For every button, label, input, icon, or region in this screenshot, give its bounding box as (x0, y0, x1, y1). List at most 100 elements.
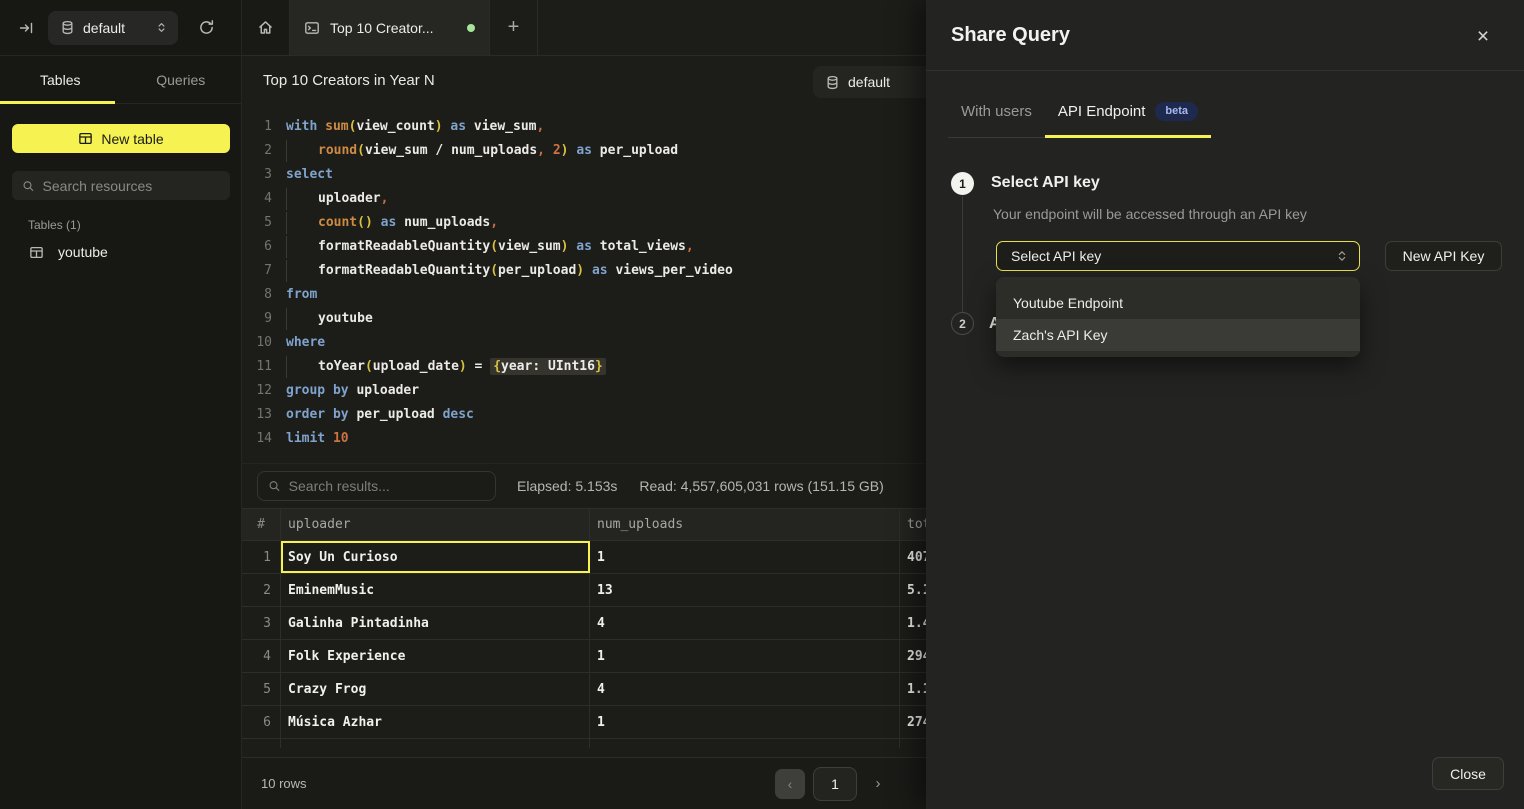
total-views-cell[interactable]: 1.1 (900, 673, 926, 705)
database-icon (825, 75, 840, 90)
home-icon (257, 19, 274, 36)
line-number: 10 (242, 331, 272, 355)
uploader-cell[interactable]: Música Azhar (281, 706, 590, 738)
previous-page-button[interactable]: ‹ (775, 769, 805, 799)
uploader-cell[interactable]: Crazy Frog (281, 673, 590, 705)
close-panel-button[interactable]: Close (1432, 757, 1504, 790)
code-line: 6 formatReadableQuantity(view_sum) as to… (242, 235, 926, 259)
code-line: 9 youtube (242, 307, 926, 331)
line-number: 6 (242, 235, 272, 259)
sidebar-tabs: Tables Queries (0, 56, 241, 104)
terminal-icon (304, 20, 320, 36)
line-number: 8 (242, 283, 272, 307)
database-selector[interactable]: default (48, 11, 178, 45)
code-line: 7 formatReadableQuantity(per_upload) as … (242, 259, 926, 283)
chevron-up-down-icon (155, 21, 168, 34)
api-key-option[interactable]: Youtube Endpoint (996, 287, 1360, 319)
total-views-cell[interactable]: 274 (900, 706, 926, 738)
query-tab[interactable]: Top 10 Creator... (290, 0, 490, 55)
tables-list: youtube (0, 238, 242, 266)
collapse-sidebar-button[interactable] (6, 8, 46, 48)
query-title-row: Top 10 Creators in Year N default (242, 56, 926, 104)
api-key-option[interactable]: Zach's API Key (996, 319, 1360, 351)
code-line: 14limit 10 (242, 427, 926, 451)
tab-with-users-label: With users (961, 103, 1032, 120)
table-row: 5Crazy Frog41.1 (242, 673, 926, 706)
tab-with-users[interactable]: With users (948, 88, 1045, 137)
results-footer: 10 rows ‹ 1 › (242, 757, 926, 809)
uploader-cell[interactable]: EminemMusic (281, 574, 590, 606)
sql-editor[interactable]: 1with sum(view_count) as view_sum,2 roun… (242, 104, 926, 463)
new-api-key-button[interactable]: New API Key (1385, 241, 1502, 271)
table-name: youtube (58, 244, 108, 260)
num-uploads-cell[interactable]: 4 (590, 607, 900, 639)
results-search-input[interactable] (289, 478, 485, 494)
elapsed-stat: Elapsed: 5.153s (517, 478, 617, 494)
home-button[interactable] (242, 0, 290, 55)
close-panel-icon[interactable]: × (1470, 24, 1496, 50)
column-header: # (242, 509, 281, 540)
beta-badge: beta (1155, 102, 1198, 121)
query-parameter: {year: UInt16} (490, 358, 606, 375)
search-icon (268, 479, 281, 493)
uploader-cell[interactable]: Soy Un Curioso (281, 541, 590, 573)
uploader-cell[interactable]: Galinha Pintadinha (281, 607, 590, 639)
share-query-panel: Share Query × With users API Endpoint be… (926, 0, 1524, 809)
code-line: 1with sum(view_count) as view_sum, (242, 115, 926, 139)
tab-api-endpoint[interactable]: API Endpoint beta (1045, 88, 1211, 137)
share-panel-title: Share Query (951, 24, 1070, 47)
resource-search-input[interactable] (43, 178, 220, 194)
topbar-sidebar-section: default (0, 0, 242, 56)
total-views-cell[interactable]: 407 (900, 541, 926, 573)
query-title: Top 10 Creators in Year N (263, 72, 435, 89)
tables-section-label: Tables (1) (28, 218, 81, 232)
num-uploads-cell[interactable]: 4 (590, 673, 900, 705)
num-uploads-cell[interactable]: 1 (590, 640, 900, 672)
line-number: 2 (242, 139, 272, 163)
unsaved-changes-dot (467, 24, 475, 32)
current-page-button[interactable]: 1 (813, 767, 857, 801)
step-connector-line (962, 196, 963, 312)
total-views-cell[interactable]: 294 (900, 640, 926, 672)
query-tab-label: Top 10 Creator... (330, 20, 457, 36)
refresh-icon (198, 19, 215, 36)
column-header: num_uploads (590, 509, 900, 540)
table-row: 2EminemMusic135.1 (242, 574, 926, 607)
sidebar-table-item[interactable]: youtube (0, 238, 242, 266)
tab-queries[interactable]: Queries (121, 56, 242, 103)
total-views-cell[interactable]: 1.4 (900, 607, 926, 639)
code-line: 10where (242, 331, 926, 355)
select-api-key-heading: Select API key (991, 174, 1100, 192)
tab-tables[interactable]: Tables (0, 56, 121, 103)
uploader-cell[interactable]: Folk Experience (281, 640, 590, 672)
code-line: 12group by uploader (242, 379, 926, 403)
code-line: 13order by per_upload desc (242, 403, 926, 427)
search-icon (22, 179, 35, 193)
next-page-button[interactable]: › (865, 769, 891, 799)
row-number-cell: 6 (242, 706, 281, 738)
resource-search (12, 171, 230, 200)
table-row: 4Folk Experience1294 (242, 640, 926, 673)
num-uploads-cell[interactable]: 1 (590, 706, 900, 738)
num-uploads-cell[interactable]: 13 (590, 574, 900, 606)
tab-api-endpoint-label: API Endpoint (1058, 103, 1146, 120)
new-table-button[interactable]: New table (12, 124, 230, 153)
collapse-sidebar-icon (18, 20, 34, 36)
new-tab-button[interactable]: + (490, 0, 538, 55)
query-database-selector[interactable]: default (813, 66, 926, 98)
api-key-select[interactable]: Select API key (996, 241, 1360, 271)
table-row: 6Música Azhar1274 (242, 706, 926, 739)
database-selector-value: default (83, 20, 147, 36)
num-uploads-cell[interactable]: 1 (590, 541, 900, 573)
total-views-cell[interactable]: 5.1 (900, 574, 926, 606)
table-row: 3Galinha Pintadinha41.4 (242, 607, 926, 640)
tab-strip: Top 10 Creator... + (242, 0, 926, 56)
results-search (257, 471, 496, 501)
code-line: 8from (242, 283, 926, 307)
pagination: ‹ 1 › (775, 758, 891, 809)
api-key-select-value: Select API key (1011, 248, 1335, 264)
refresh-button[interactable] (188, 10, 224, 46)
line-number: 12 (242, 379, 272, 403)
read-stat: Read: 4,557,605,031 rows (151.15 GB) (639, 478, 883, 494)
query-database-value: default (848, 74, 890, 90)
